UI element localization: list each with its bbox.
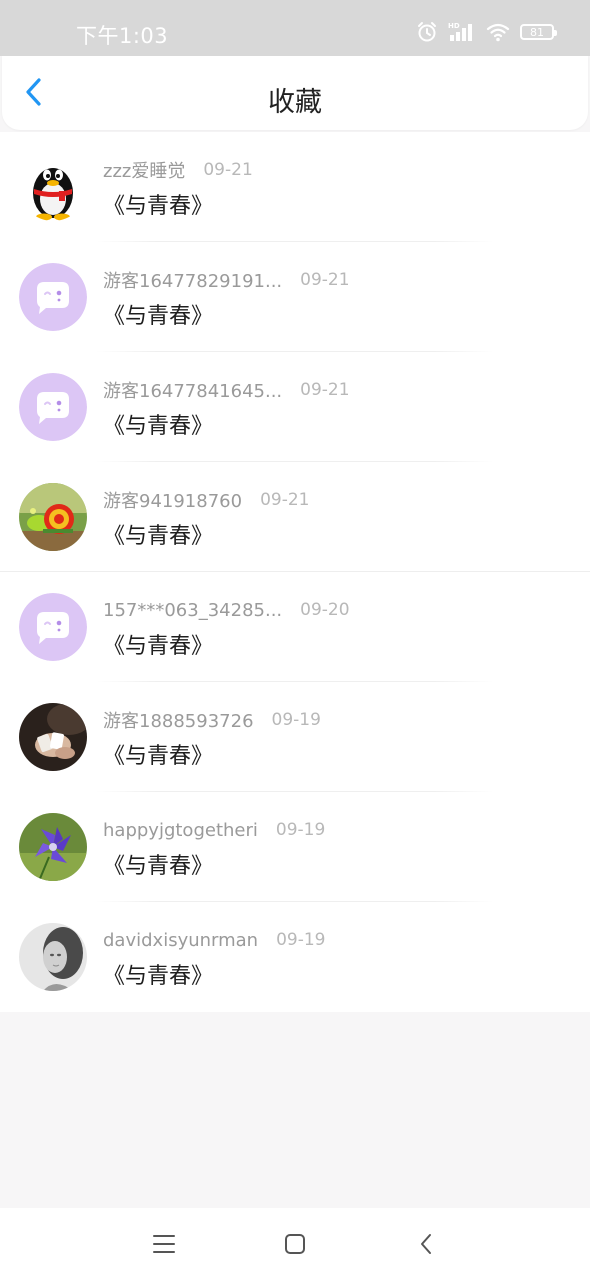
avatar[interactable] xyxy=(19,483,87,551)
username[interactable]: davidxisyunrman xyxy=(103,930,258,951)
alarm-icon xyxy=(416,21,438,43)
battery-icon: 81 xyxy=(520,24,557,40)
date: 09-21 xyxy=(203,160,253,180)
back-icon xyxy=(418,1232,434,1260)
username[interactable]: happyjgtogetheri xyxy=(103,820,258,841)
item-meta: 游客16477841645... 09-21 xyxy=(103,378,350,402)
list-item[interactable]: 游客941918760 09-21 《与青春》 xyxy=(0,462,590,572)
avatar[interactable] xyxy=(19,593,87,661)
grayscale-portrait-photo-avatar xyxy=(19,923,87,991)
avatar[interactable] xyxy=(19,263,87,331)
item-meta: zzz爱睡觉 09-21 xyxy=(103,158,253,182)
header: 收藏 xyxy=(2,56,588,130)
battery-level: 81 xyxy=(530,25,544,39)
item-meta: 游客941918760 09-21 xyxy=(103,488,309,512)
svg-text:HD: HD xyxy=(448,22,460,30)
avatar[interactable] xyxy=(19,703,87,771)
default-avatar-icon xyxy=(19,373,87,441)
date: 09-20 xyxy=(300,600,350,620)
list-item[interactable]: happyjgtogetheri 09-19 《与青春》 xyxy=(0,792,590,902)
post-title[interactable]: 《与青春》 xyxy=(103,188,213,220)
post-title[interactable]: 《与青春》 xyxy=(103,298,213,330)
date: 09-21 xyxy=(300,380,350,400)
hands-cards-photo-avatar xyxy=(19,703,87,771)
menu-button[interactable] xyxy=(144,1226,184,1266)
avatar[interactable] xyxy=(19,373,87,441)
default-avatar-icon xyxy=(19,263,87,331)
post-title[interactable]: 《与青春》 xyxy=(103,958,213,990)
list-item[interactable]: 游客16477829191... 09-21 《与青春》 xyxy=(0,242,590,352)
item-meta: 游客16477829191... 09-21 xyxy=(103,268,350,292)
username[interactable]: 游客941918760 xyxy=(103,487,242,513)
wifi-icon xyxy=(486,22,510,42)
date: 09-19 xyxy=(275,820,326,840)
system-nav-bar xyxy=(0,1208,590,1280)
username[interactable]: zzz爱睡觉 xyxy=(103,157,185,183)
home-icon xyxy=(284,1233,306,1259)
date: 09-21 xyxy=(300,270,350,290)
page-title: 收藏 xyxy=(268,87,322,118)
status-icons: HD 81 xyxy=(416,20,557,44)
list-item[interactable]: 157***063_34285... 09-20 《与青春》 xyxy=(0,572,590,682)
menu-icon xyxy=(152,1233,176,1259)
list-item[interactable]: zzz爱睡觉 09-21 《与青春》 xyxy=(0,132,590,242)
date: 09-21 xyxy=(260,490,310,510)
list-item[interactable]: 游客1888593726 09-19 《与青春》 xyxy=(0,682,590,792)
date: 09-19 xyxy=(276,930,326,950)
post-title[interactable]: 《与青春》 xyxy=(103,848,213,880)
favorites-list: zzz爱睡觉 09-21 《与青春》 游客16477829191... 09-2… xyxy=(0,132,590,1012)
item-meta: happyjgtogetheri 09-19 xyxy=(103,818,325,842)
avatar[interactable] xyxy=(19,923,87,991)
item-meta: davidxisyunrman 09-19 xyxy=(103,928,326,952)
item-meta: 157***063_34285... 09-20 xyxy=(103,598,350,622)
purple-flower-photo-avatar xyxy=(19,813,87,881)
username[interactable]: 157***063_34285... xyxy=(103,600,282,621)
home-button[interactable] xyxy=(275,1226,315,1266)
date: 09-19 xyxy=(271,710,321,730)
avatar[interactable] xyxy=(19,153,87,221)
post-title[interactable]: 《与青春》 xyxy=(103,738,213,770)
post-title[interactable]: 《与青春》 xyxy=(103,408,213,440)
username[interactable]: 游客1888593726 xyxy=(103,707,254,733)
username[interactable]: 游客16477829191... xyxy=(103,267,282,293)
status-time: 下午1:03 xyxy=(76,24,169,48)
default-avatar-icon xyxy=(19,593,87,661)
item-meta: 游客1888593726 09-19 xyxy=(103,708,321,732)
snail-photo-avatar xyxy=(19,483,87,551)
status-bar: 下午1:03 HD 81 xyxy=(0,0,590,56)
hd-signal-icon: HD xyxy=(448,21,476,43)
list-item[interactable]: 游客16477841645... 09-21 《与青春》 xyxy=(0,352,590,462)
post-title[interactable]: 《与青春》 xyxy=(103,518,213,550)
qq-penguin-avatar xyxy=(19,153,87,221)
post-title[interactable]: 《与青春》 xyxy=(103,628,213,660)
system-back-button[interactable] xyxy=(406,1226,446,1266)
avatar[interactable] xyxy=(19,813,87,881)
username[interactable]: 游客16477841645... xyxy=(103,377,282,403)
list-item[interactable]: davidxisyunrman 09-19 《与青春》 xyxy=(0,902,590,1012)
